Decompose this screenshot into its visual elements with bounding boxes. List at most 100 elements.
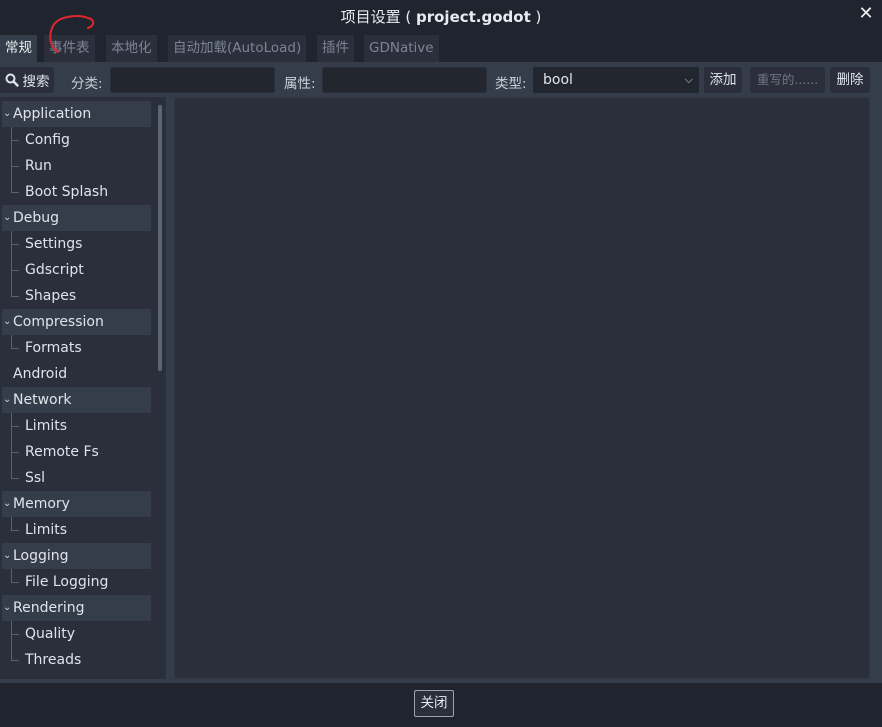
tree-item-label: Settings [25,236,83,252]
close-icon[interactable]: ✕ [856,4,876,24]
tree-connector [11,478,19,479]
tree-section-memory[interactable]: ⌄ Memory [2,491,151,517]
tree-item-remote-fs[interactable]: Remote Fs [2,439,151,465]
tree-section-logging[interactable]: ⌄ Logging [2,543,151,569]
type-select[interactable]: bool ⌵ [533,67,699,93]
tree-item-label: Ssl [25,470,46,486]
tree-connector [11,127,12,192]
tab-localization[interactable]: 本地化 [106,35,157,62]
tree-item-config[interactable]: Config [2,127,151,153]
window-title-file: project.godot [415,8,531,26]
collapse-arrow-icon: ⌄ [3,498,12,509]
tree-connector [11,660,19,661]
tree-connector [11,140,19,141]
tree-connector [11,569,12,582]
collapse-arrow-icon: ⌄ [3,602,12,613]
delete-button[interactable]: 删除 [830,67,870,93]
tree-item-label: Limits [25,522,67,538]
tree-item-settings[interactable]: Settings [2,231,151,257]
tab-plugins[interactable]: 插件 [317,35,354,62]
search-label: 搜索 [22,74,50,90]
type-select-value: bool [543,72,573,88]
tree-item-label: Gdscript [25,262,84,278]
category-label: 分类: [71,76,103,92]
tree-item-label: Threads [25,652,82,668]
tree-section-label: Application [13,106,92,122]
tab-gdnative[interactable]: GDNative [364,35,439,62]
close-button[interactable]: 关闭 [414,690,454,717]
override-button[interactable]: 重写的...... [750,67,825,93]
chevron-down-icon: ⌵ [684,73,693,86]
tree-item-shapes[interactable]: Shapes [2,283,151,309]
collapse-arrow-icon: ⌄ [3,550,12,561]
tree-section-network[interactable]: ⌄ Network [2,387,151,413]
search-icon [5,73,19,87]
collapse-arrow-icon: ⌄ [3,212,12,223]
tree-item-gdscript[interactable]: Gdscript [2,257,151,283]
window-title-prefix: 项目设置 ( [340,8,416,26]
tree-scrollbar[interactable] [158,105,162,371]
tree-section-debug[interactable]: ⌄ Debug [2,205,151,231]
tree-item-run[interactable]: Run [2,153,151,179]
tree-connector [11,452,19,453]
tree-connector [11,192,19,193]
tree-section-label: Android [13,366,68,382]
tree-item-formats[interactable]: Formats [2,335,151,361]
tree-section-label: Logging [13,548,69,564]
tree-item-label: Boot Splash [25,184,109,200]
tree-connector [11,166,19,167]
section-tree[interactable]: ⌄ Application Config Run Boot Splash ⌄ Deb… [0,97,166,679]
tree-item-ssl[interactable]: Ssl [2,465,151,491]
tree-item-file-logging[interactable]: File Logging [2,569,151,595]
tree-section-application[interactable]: ⌄ Application [2,101,151,127]
tree-connector [11,270,19,271]
tree-item-label: Quality [25,626,76,642]
tab-general[interactable]: 常规 [0,35,37,62]
window-title: 项目设置 ( project.godot ) [0,6,882,27]
tree-section-label: Debug [13,210,60,226]
tree-connector [11,582,19,583]
tree-connector [11,296,19,297]
tab-input-map[interactable]: 事件表 [44,35,95,62]
tree-item-boot-splash[interactable]: Boot Splash [2,179,151,205]
tree-connector [11,621,12,660]
tab-autoload[interactable]: 自动加载(AutoLoad) [168,35,307,62]
collapse-arrow-icon: ⌄ [3,108,12,119]
property-input[interactable] [322,67,487,93]
tree-item-label: Remote Fs [25,444,99,460]
tree-item-label: Run [25,158,52,174]
tree-item-label: Limits [25,418,67,434]
tree-item-label: Config [25,132,70,148]
add-button[interactable]: 添加 [704,67,742,93]
tree-connector [11,348,19,349]
property-inspector[interactable] [174,97,870,679]
tab-bar: 常规 事件表 本地化 自动加载(AutoLoad) 插件 GDNative [0,35,882,63]
type-label: 类型: [495,76,527,92]
tree-connector [11,413,12,478]
tree-item-label: File Logging [25,574,109,590]
tree-connector [11,335,12,348]
tree-item-label: Formats [25,340,82,356]
tree-connector [11,231,12,296]
tree-connector [11,244,19,245]
tree-section-label: Rendering [13,600,85,616]
collapse-arrow-icon: ⌄ [3,394,12,405]
tree-section-label: Network [13,392,72,408]
tree-item-quality[interactable]: Quality [2,621,151,647]
tree-section-label: Memory [13,496,70,512]
tree-connector [11,634,19,635]
search-button[interactable]: 搜索 [0,67,54,93]
tree-section-compression[interactable]: ⌄ Compression [2,309,151,335]
tree-item-limits[interactable]: Limits [2,413,151,439]
tree-item-memory-limits[interactable]: Limits [2,517,151,543]
settings-panel: 搜索 分类: 属性: 类型: bool ⌵ 添加 重写的...... 删除 ⌄ A… [0,63,882,683]
collapse-arrow-icon: ⌄ [3,316,12,327]
tree-connector [11,426,19,427]
tree-section-rendering[interactable]: ⌄ Rendering [2,595,151,621]
tree-section-android[interactable]: Android [2,361,151,387]
property-label: 属性: [284,76,316,92]
tree-section-label: Compression [13,314,104,330]
title-bar: 项目设置 ( project.godot ) ✕ [0,0,882,32]
tree-item-threads[interactable]: Threads [2,647,151,673]
category-input[interactable] [110,67,275,93]
